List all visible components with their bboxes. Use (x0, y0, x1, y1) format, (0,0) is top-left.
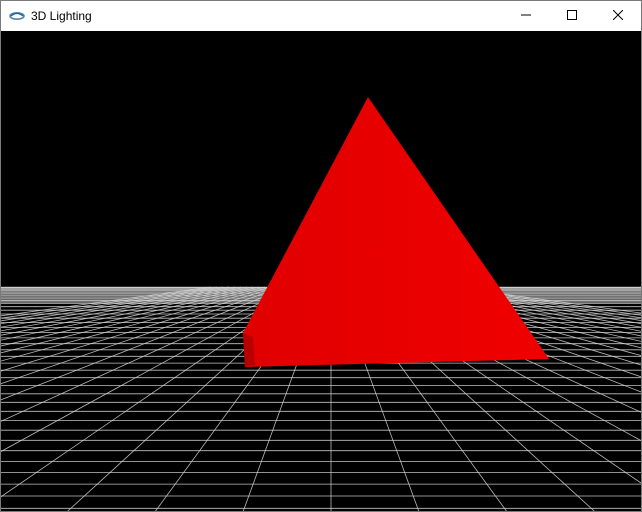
scene-canvas[interactable] (1, 31, 641, 511)
render-viewport[interactable] (1, 31, 641, 511)
minimize-icon (521, 7, 531, 25)
title-bar[interactable]: 3D Lighting (1, 1, 641, 31)
close-button[interactable] (595, 1, 641, 31)
window-title: 3D Lighting (31, 9, 92, 23)
close-icon (612, 7, 624, 25)
app-window: 3D Lighting (0, 0, 642, 512)
app-logo-icon (9, 8, 25, 24)
window-controls (503, 1, 641, 31)
minimize-button[interactable] (503, 1, 549, 31)
maximize-button[interactable] (549, 1, 595, 31)
maximize-icon (567, 7, 577, 25)
